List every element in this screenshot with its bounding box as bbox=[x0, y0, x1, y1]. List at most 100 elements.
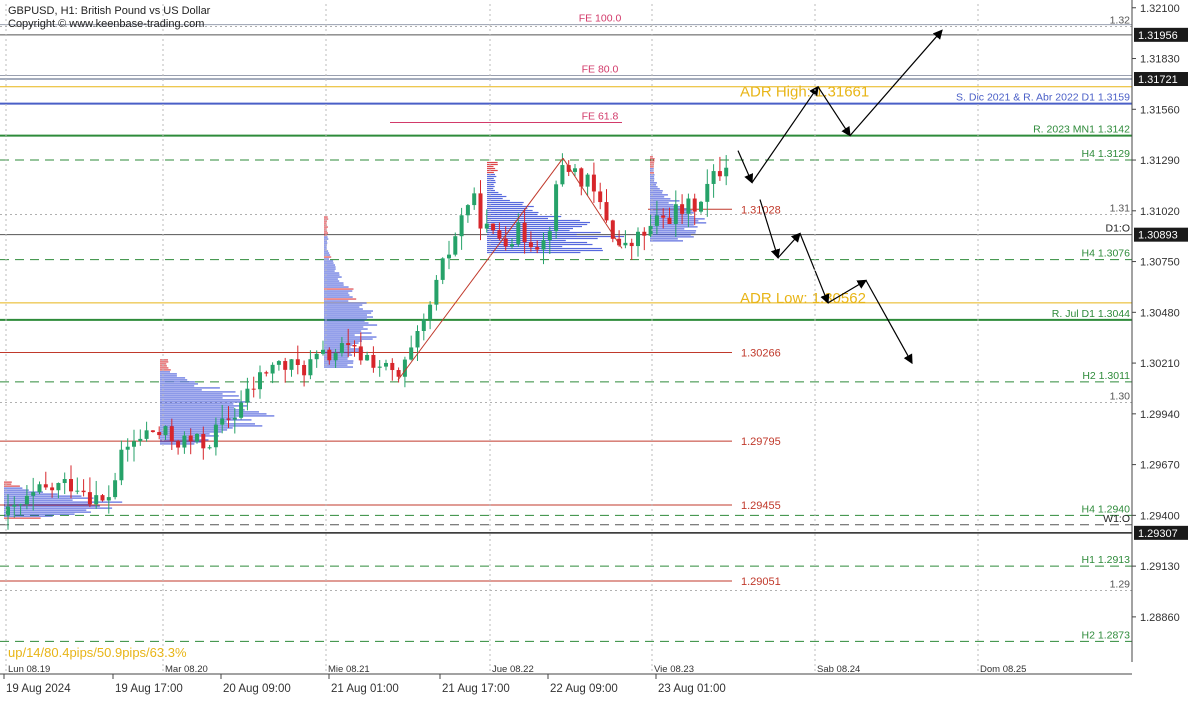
stats-text: up/14/80.4pips/50.9pips/63.3% bbox=[8, 645, 187, 660]
candle-body-74 bbox=[472, 193, 477, 206]
profile-bar-4-14 bbox=[650, 184, 657, 186]
x-tick-label-4: 21 Aug 17:00 bbox=[442, 683, 510, 695]
candle-body-87 bbox=[554, 184, 559, 232]
profile-bar-2-65 bbox=[324, 346, 351, 348]
profile-bar-1-12 bbox=[160, 383, 198, 385]
profile-bar-2-19 bbox=[324, 254, 331, 256]
candle-body-31 bbox=[201, 433, 206, 449]
profile-bar-2-45 bbox=[324, 306, 360, 308]
profile-bar-4-23 bbox=[650, 202, 669, 204]
candle-body-0 bbox=[6, 506, 10, 516]
day-label-3: Jue 08.22 bbox=[492, 664, 534, 675]
profile-bar-0-3 bbox=[4, 487, 23, 489]
profile-bar-0-8 bbox=[4, 497, 94, 499]
candle-body-79 bbox=[503, 238, 508, 247]
candle-body-109 bbox=[692, 198, 697, 212]
candle-body-81 bbox=[516, 222, 521, 245]
profile-bar-2-34 bbox=[324, 284, 344, 286]
day-label-6: Dom 08.25 bbox=[980, 664, 1026, 675]
profile-bar-3-18 bbox=[487, 197, 503, 200]
candle-body-25 bbox=[163, 426, 168, 436]
profile-bar-2-5 bbox=[324, 226, 328, 228]
profile-bar-2-75 bbox=[324, 366, 353, 368]
fib-label-2: FE 61.8 bbox=[582, 110, 619, 122]
candle-body-36 bbox=[232, 417, 237, 420]
level-label-5: R. 2023 MN1 1.3142 bbox=[1033, 124, 1130, 136]
profile-bar-2-20 bbox=[324, 256, 332, 258]
profile-bar-3-9 bbox=[487, 179, 496, 182]
level-label-13: 1.30 bbox=[1110, 391, 1131, 403]
profile-bar-2-25 bbox=[324, 266, 336, 268]
profile-bar-1-30 bbox=[160, 419, 252, 421]
candle-body-95 bbox=[604, 202, 609, 221]
profile-bar-2-49 bbox=[324, 314, 367, 316]
candle-body-72 bbox=[459, 215, 464, 237]
profile-bar-2-43 bbox=[324, 302, 367, 304]
profile-bar-1-6 bbox=[160, 371, 170, 373]
profile-bar-3-5 bbox=[487, 171, 494, 174]
candle-body-18 bbox=[119, 449, 124, 481]
candle-body-12 bbox=[81, 490, 86, 493]
profile-bar-0-4 bbox=[4, 489, 29, 491]
profile-bar-3-15 bbox=[487, 191, 499, 194]
profile-bar-4-39 bbox=[650, 234, 691, 236]
profile-bar-4-24 bbox=[650, 204, 674, 206]
profile-bar-3-12 bbox=[487, 185, 495, 188]
candle-body-19 bbox=[125, 446, 130, 450]
candle-body-83 bbox=[528, 242, 533, 248]
profile-bar-3-23 bbox=[487, 207, 528, 210]
level-label-19: H2 1.2873 bbox=[1082, 629, 1131, 641]
y-tick-label-11: 1.29130 bbox=[1140, 561, 1180, 573]
profile-bar-1-19 bbox=[160, 397, 223, 399]
candle-body-39 bbox=[251, 388, 256, 390]
profile-bar-2-10 bbox=[324, 236, 328, 238]
profile-bar-4-18 bbox=[650, 192, 663, 194]
profile-bar-3-30 bbox=[487, 221, 590, 224]
candle-body-44 bbox=[283, 361, 288, 370]
price-badge-label-3: 1.29307 bbox=[1138, 528, 1178, 540]
candle-body-24 bbox=[157, 432, 162, 436]
candle-body-54 bbox=[346, 343, 351, 346]
candle-body-92 bbox=[585, 174, 590, 187]
profile-bar-4-3 bbox=[650, 162, 655, 164]
candle-body-108 bbox=[686, 198, 691, 214]
profile-bar-4-13 bbox=[650, 182, 657, 184]
profile-bar-1-16 bbox=[160, 391, 236, 393]
candle-body-41 bbox=[264, 372, 269, 374]
profile-bar-0-5 bbox=[4, 491, 43, 493]
profile-bar-2-35 bbox=[324, 286, 349, 288]
profile-bar-3-0 bbox=[487, 161, 498, 164]
pivot-label-4: 1.29051 bbox=[741, 576, 781, 588]
candle-body-45 bbox=[289, 359, 294, 370]
level-label-11: R. Jul D1 1.3044 bbox=[1052, 308, 1130, 320]
profile-bar-2-13 bbox=[324, 242, 328, 244]
candle-body-32 bbox=[207, 447, 212, 449]
profile-bar-3-41 bbox=[487, 243, 593, 246]
profile-bar-3-45 bbox=[487, 251, 581, 254]
candle-body-15 bbox=[100, 495, 105, 501]
profile-bar-1-5 bbox=[160, 369, 171, 371]
candle-body-50 bbox=[321, 349, 325, 354]
price-chart[interactable]: 1.32S. Dic 2021 & R. Abr 2022 D1 1.3159R… bbox=[0, 0, 1200, 700]
profile-bar-1-15 bbox=[160, 389, 202, 391]
profile-bar-2-57 bbox=[324, 330, 362, 332]
profile-bar-0-12 bbox=[4, 505, 100, 507]
profile-bar-3-14 bbox=[487, 189, 495, 192]
candle-body-82 bbox=[522, 222, 527, 243]
candle-body-103 bbox=[654, 215, 659, 226]
profile-bar-4-5 bbox=[650, 166, 654, 168]
candle-body-55 bbox=[352, 345, 357, 347]
candle-body-49 bbox=[314, 353, 319, 360]
profile-bar-2-22 bbox=[324, 260, 334, 262]
day-label-1: Mar 08.20 bbox=[165, 664, 208, 675]
profile-bar-1-14 bbox=[160, 387, 220, 389]
candle-body-112 bbox=[711, 171, 716, 184]
day-label-4: Vie 08.23 bbox=[654, 664, 694, 675]
candle-body-14 bbox=[94, 495, 99, 505]
chart-title: GBPUSD, H1: British Pound vs US Dollar bbox=[8, 5, 211, 17]
candle-body-47 bbox=[302, 365, 307, 376]
x-tick-label-1: 19 Aug 17:00 bbox=[115, 683, 183, 695]
profile-bar-1-33 bbox=[160, 425, 263, 427]
candle-body-107 bbox=[680, 204, 685, 214]
profile-bar-3-29 bbox=[487, 219, 580, 222]
